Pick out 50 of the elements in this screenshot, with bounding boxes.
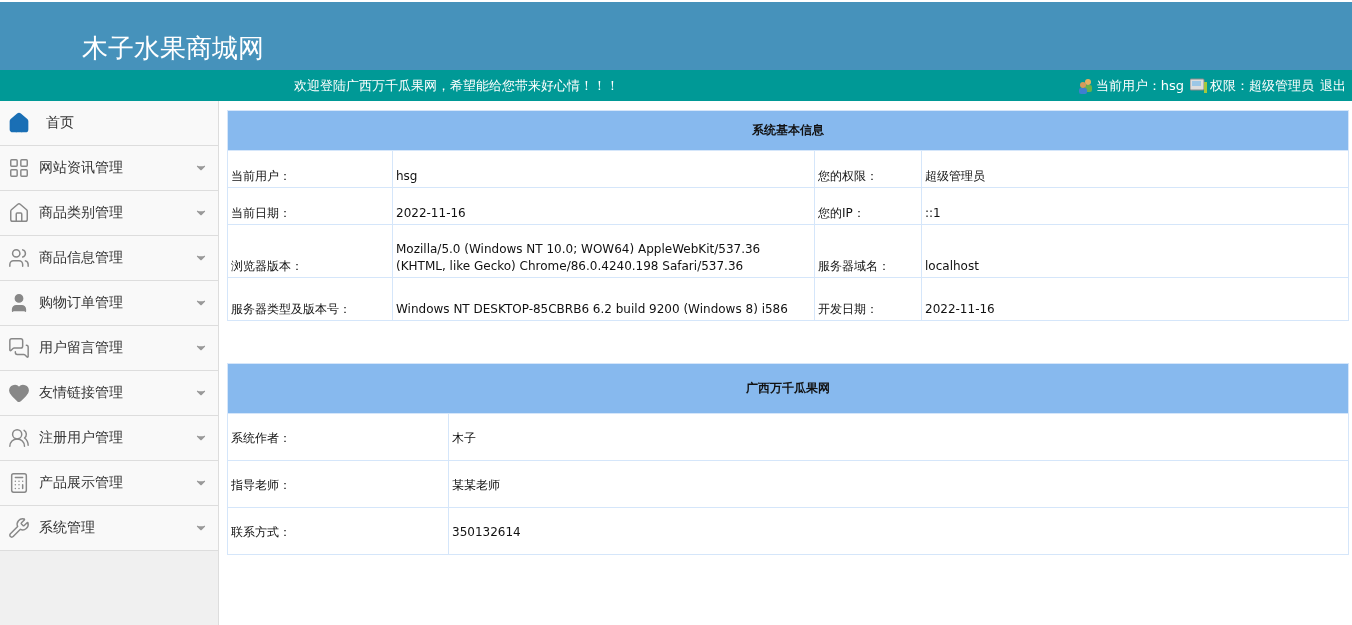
table-title: 广西万千瓜果网	[227, 363, 1349, 414]
field-value: Windows NT DESKTOP-85CBRB6 6.2 build 9200 (Windows 8) i586	[392, 277, 815, 321]
field-label: 开发日期：	[814, 277, 922, 321]
field-value: 350132614	[448, 507, 1349, 555]
sidebar-item[interactable]: 商品类别管理	[0, 191, 218, 236]
grid-icon	[8, 157, 30, 179]
sidebar-item[interactable]: 用户留言管理	[0, 326, 218, 371]
field-label: 服务器域名：	[814, 224, 922, 278]
field-label: 指导老师：	[227, 460, 449, 508]
users-icon	[8, 247, 30, 269]
field-label: 当前用户：	[227, 150, 393, 188]
field-label: 浏览器版本：	[227, 224, 393, 278]
current-user-label: 当前用户：hsg	[1095, 76, 1184, 95]
heart-icon	[8, 382, 30, 404]
calculator-icon	[8, 472, 30, 494]
logout-link[interactable]: 退出	[1320, 76, 1346, 95]
field-label: 联系方式：	[227, 507, 449, 555]
field-value: hsg	[392, 150, 815, 188]
field-value: localhost	[921, 224, 1349, 278]
home-icon	[8, 112, 30, 134]
field-label: 您的IP：	[814, 187, 922, 225]
field-label: 您的权限：	[814, 150, 922, 188]
field-label: 系统作者：	[227, 413, 449, 461]
field-label: 当前日期：	[227, 187, 393, 225]
sidebar-item[interactable]: 产品展示管理	[0, 461, 218, 506]
house-icon	[8, 202, 30, 224]
welcome-message: 欢迎登陆广西万千瓜果网，希望能给您带来好心情！！！	[294, 76, 620, 95]
sidebar-item[interactable]: 首页	[0, 101, 218, 146]
field-value: 某某老师	[448, 460, 1349, 508]
id-card-icon	[1190, 77, 1208, 94]
sidebar-item[interactable]: 商品信息管理	[0, 236, 218, 281]
field-value: 2022-11-16	[392, 187, 815, 225]
table-title: 系统基本信息	[227, 110, 1349, 151]
sidebar-item[interactable]: 注册用户管理	[0, 416, 218, 461]
chat-icon	[8, 337, 30, 359]
sidebar-item[interactable]: 系统管理	[0, 506, 218, 551]
wrench-icon	[8, 517, 30, 539]
group-icon	[8, 427, 30, 449]
users-icon	[1077, 77, 1094, 94]
field-value: 超级管理员	[921, 150, 1349, 188]
sidebar-item[interactable]: 购物订单管理	[0, 281, 218, 326]
field-value: Mozilla/5.0 (Windows NT 10.0; WOW64) AppleWebKit/537.36 (KHTML, like Gecko) Chrome/86.0.4240.198 Safari/537.36	[392, 224, 815, 278]
role-label: 权限：超级管理员	[1210, 76, 1314, 95]
field-label: 服务器类型及版本号：	[227, 277, 393, 321]
field-value: 2022-11-16	[921, 277, 1349, 321]
site-title: 木子水果商城网	[82, 32, 264, 65]
sidebar-item[interactable]: 网站资讯管理	[0, 146, 218, 191]
sidebar-item[interactable]: 友情链接管理	[0, 371, 218, 416]
field-value: 木子	[448, 413, 1349, 461]
field-value: ::1	[921, 187, 1349, 225]
